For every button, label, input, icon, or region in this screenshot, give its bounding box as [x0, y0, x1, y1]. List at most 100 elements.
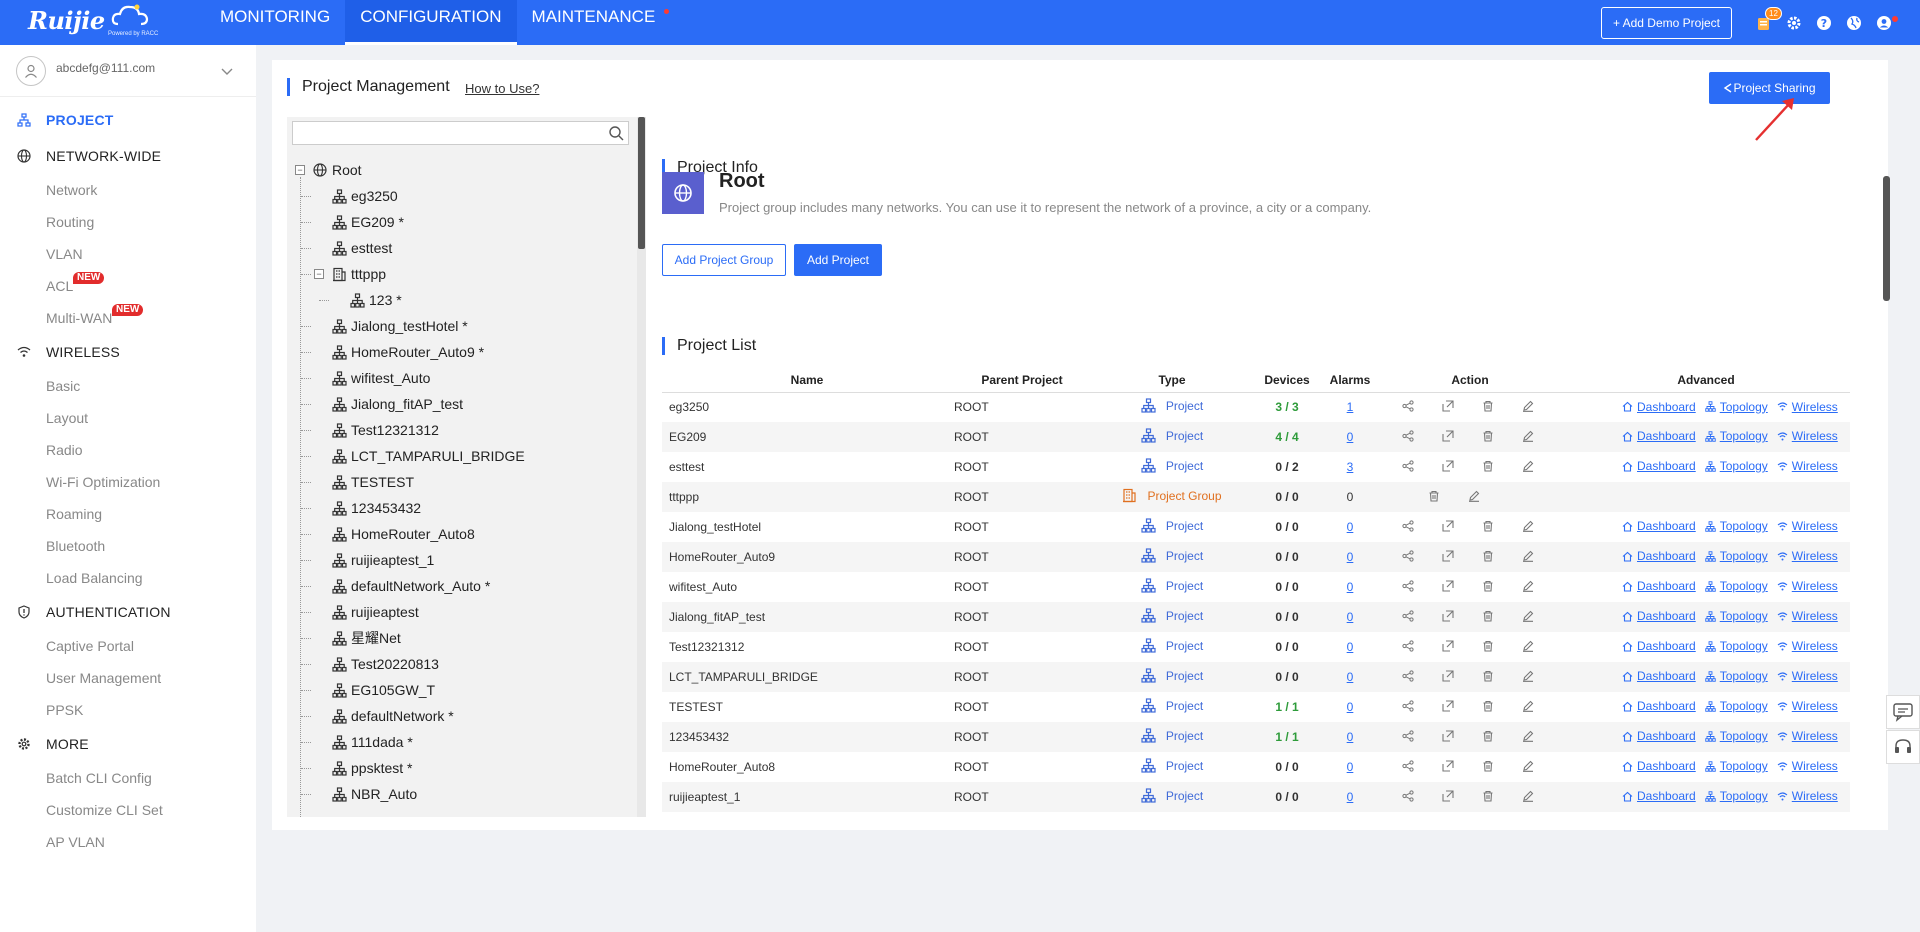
alarm-count-link[interactable]: 0: [1347, 670, 1354, 684]
edit-icon[interactable]: [1522, 790, 1548, 802]
table-row[interactable]: HomeRouter_Auto9 ROOT Project 0 / 0 0 Dashboa…: [662, 542, 1850, 572]
share-icon[interactable]: [1402, 549, 1428, 562]
edit-icon[interactable]: [1522, 670, 1548, 682]
sidebar-section-network-wide[interactable]: NETWORK-WIDE: [0, 138, 256, 174]
alarm-count-link[interactable]: 0: [1347, 760, 1354, 774]
sidebar-item-acl[interactable]: ACL NEW: [0, 270, 256, 302]
tree-node[interactable]: TESTEST: [332, 469, 414, 495]
sidebar-item-radio[interactable]: Radio: [0, 434, 256, 466]
table-row[interactable]: wifitest_Auto ROOT Project 0 / 0 0 Dashboard T…: [662, 572, 1850, 602]
table-row[interactable]: eg3250 ROOT Project 3 / 3 1 Dashboard Topology…: [662, 392, 1850, 422]
alarm-count-link[interactable]: 0: [1347, 730, 1354, 744]
edit-icon[interactable]: [1522, 580, 1548, 592]
sidebar-item-ap-vlan[interactable]: AP VLAN: [0, 826, 256, 858]
table-row[interactable]: TESTEST ROOT Project 1 / 1 0 Dashboard Topolog…: [662, 692, 1850, 722]
move-icon[interactable]: [1442, 459, 1468, 472]
wireless-link[interactable]: Wireless: [1777, 400, 1838, 414]
move-icon[interactable]: [1442, 729, 1468, 742]
topology-link[interactable]: Topology: [1705, 699, 1768, 713]
share-icon[interactable]: [1402, 459, 1428, 472]
sidebar-item-network[interactable]: Network: [0, 174, 256, 206]
delete-icon[interactable]: [1482, 430, 1508, 442]
sidebar-section-project[interactable]: PROJECT: [0, 102, 256, 138]
sidebar-item-batch-cli-config[interactable]: Batch CLI Config: [0, 762, 256, 794]
account-switcher[interactable]: abcdefg@111.com: [0, 45, 256, 97]
tree-scrollbar-thumb[interactable]: [638, 117, 645, 249]
alarm-count-link[interactable]: 0: [1347, 790, 1354, 804]
wireless-link[interactable]: Wireless: [1777, 429, 1838, 443]
content-scrollbar-thumb[interactable]: [1883, 176, 1890, 301]
sidebar-item-roaming[interactable]: Roaming: [0, 498, 256, 530]
edit-icon[interactable]: [1522, 460, 1548, 472]
share-icon[interactable]: [1402, 789, 1428, 802]
table-row[interactable]: ruijieaptest_1 ROOT Project 0 / 0 0 Dashboard…: [662, 782, 1850, 812]
delete-icon[interactable]: [1428, 490, 1454, 502]
topology-link[interactable]: Topology: [1705, 759, 1768, 773]
table-row[interactable]: tttppp ROOT Project Group 0 / 0 0: [662, 482, 1850, 512]
topology-link[interactable]: Topology: [1705, 519, 1768, 533]
table-row[interactable]: HomeRouter_Auto8 ROOT Project 0 / 0 0 Dashboa…: [662, 752, 1850, 782]
delete-icon[interactable]: [1482, 790, 1508, 802]
move-icon[interactable]: [1442, 639, 1468, 652]
share-icon[interactable]: [1402, 699, 1428, 712]
tree-node[interactable]: defaultNetwork_Auto *: [332, 573, 490, 599]
wireless-link[interactable]: Wireless: [1777, 789, 1838, 803]
nav-monitoring[interactable]: MONITORING: [205, 0, 345, 45]
tree-node[interactable]: ruijieaptest_1: [332, 547, 434, 573]
alarm-count-link[interactable]: 0: [1347, 550, 1354, 564]
sidebar-item-layout[interactable]: Layout: [0, 402, 256, 434]
alarm-count-link[interactable]: 3: [1347, 460, 1354, 474]
chevron-down-icon[interactable]: [220, 64, 234, 78]
sidebar-item-user-management[interactable]: User Management: [0, 662, 256, 694]
move-icon[interactable]: [1442, 579, 1468, 592]
delete-icon[interactable]: [1482, 610, 1508, 622]
tree-node-root[interactable]: − Root: [295, 157, 362, 183]
edit-icon[interactable]: [1468, 490, 1494, 502]
tree-node[interactable]: 星耀Net: [332, 625, 401, 651]
search-icon[interactable]: [608, 125, 624, 141]
tree-node[interactable]: wifitest_Auto: [332, 365, 430, 391]
topology-link[interactable]: Topology: [1705, 429, 1768, 443]
delete-icon[interactable]: [1482, 760, 1508, 772]
tree-node[interactable]: Jialong_testHotel *: [332, 313, 468, 339]
delete-icon[interactable]: [1482, 730, 1508, 742]
wireless-link[interactable]: Wireless: [1777, 459, 1838, 473]
table-row[interactable]: Test12321312 ROOT Project 0 / 0 0 Dashboard To…: [662, 632, 1850, 662]
delete-icon[interactable]: [1482, 550, 1508, 562]
sidebar-section-more[interactable]: MORE: [0, 726, 256, 762]
add-project-group-button[interactable]: Add Project Group: [662, 244, 786, 276]
sidebar-item-routing[interactable]: Routing: [0, 206, 256, 238]
delete-icon[interactable]: [1482, 400, 1508, 412]
delete-icon[interactable]: [1482, 700, 1508, 712]
edit-icon[interactable]: [1522, 520, 1548, 532]
edit-icon[interactable]: [1522, 730, 1548, 742]
sidebar-section-wireless[interactable]: WIRELESS: [0, 334, 256, 370]
tree-node[interactable]: Test20220813: [332, 651, 439, 677]
dashboard-link[interactable]: Dashboard: [1622, 579, 1696, 593]
tree-node[interactable]: EG105GW_T: [332, 677, 435, 703]
collapse-toggle-icon[interactable]: −: [314, 269, 324, 279]
sidebar-section-authentication[interactable]: AUTHENTICATION: [0, 594, 256, 630]
tree-node[interactable]: ppsktest *: [332, 755, 412, 781]
dashboard-link[interactable]: Dashboard: [1622, 669, 1696, 683]
dashboard-link[interactable]: Dashboard: [1622, 729, 1696, 743]
tree-node[interactable]: 123 *: [350, 287, 402, 313]
chat-feedback-icon[interactable]: [1886, 695, 1920, 729]
delete-icon[interactable]: [1482, 580, 1508, 592]
table-row[interactable]: EG209 ROOT Project 4 / 4 0 Dashboard Topology W…: [662, 422, 1850, 452]
delete-icon[interactable]: [1482, 520, 1508, 532]
edit-icon[interactable]: [1522, 700, 1548, 712]
tree-node[interactable]: 111dada *: [332, 729, 413, 755]
dashboard-link[interactable]: Dashboard: [1622, 639, 1696, 653]
tree-node[interactable]: LCT_TAMPARULI_BRIDGE: [332, 443, 525, 469]
alarm-count-link[interactable]: 1: [1347, 400, 1354, 414]
sidebar-item-vlan[interactable]: VLAN: [0, 238, 256, 270]
alarm-count-link[interactable]: 0: [1347, 640, 1354, 654]
share-icon[interactable]: [1402, 609, 1428, 622]
sidebar-item-bluetooth[interactable]: Bluetooth: [0, 530, 256, 562]
dashboard-link[interactable]: Dashboard: [1622, 519, 1696, 533]
share-icon[interactable]: [1402, 519, 1428, 532]
tree-node[interactable]: Jialong_fitAP_test: [332, 391, 463, 417]
nav-configuration[interactable]: CONFIGURATION: [345, 0, 517, 45]
table-row[interactable]: LCT_TAMPARULI_BRIDGE ROOT Project 0 / 0 0 Das…: [662, 662, 1850, 692]
